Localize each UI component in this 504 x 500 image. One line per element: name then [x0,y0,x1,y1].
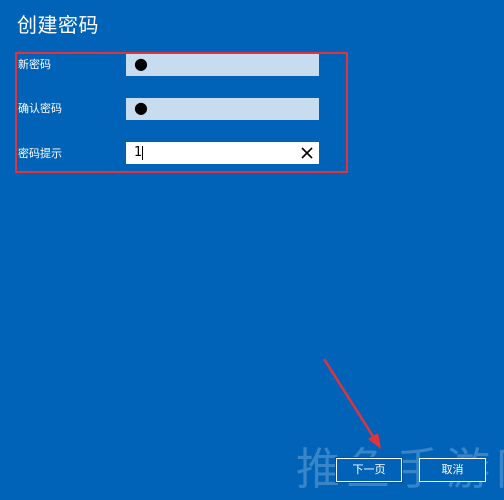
close-icon[interactable] [300,146,314,160]
password-hint-field[interactable]: 1 [126,142,319,164]
confirm-password-label: 确认密码 [18,102,62,115]
new-password-field[interactable]: ● [126,54,319,76]
new-password-label: 新密码 [18,58,51,71]
cancel-button[interactable]: 取消 [419,458,486,482]
text-caret [142,146,143,160]
annotation-arrow-icon [322,358,381,449]
page-title: 创建密码 [17,13,99,37]
confirm-password-value: ● [134,98,148,117]
password-hint-label: 密码提示 [18,147,62,160]
new-password-value: ● [134,54,148,73]
confirm-password-field[interactable]: ● [126,98,319,120]
next-page-button[interactable]: 下一页 [335,457,403,483]
